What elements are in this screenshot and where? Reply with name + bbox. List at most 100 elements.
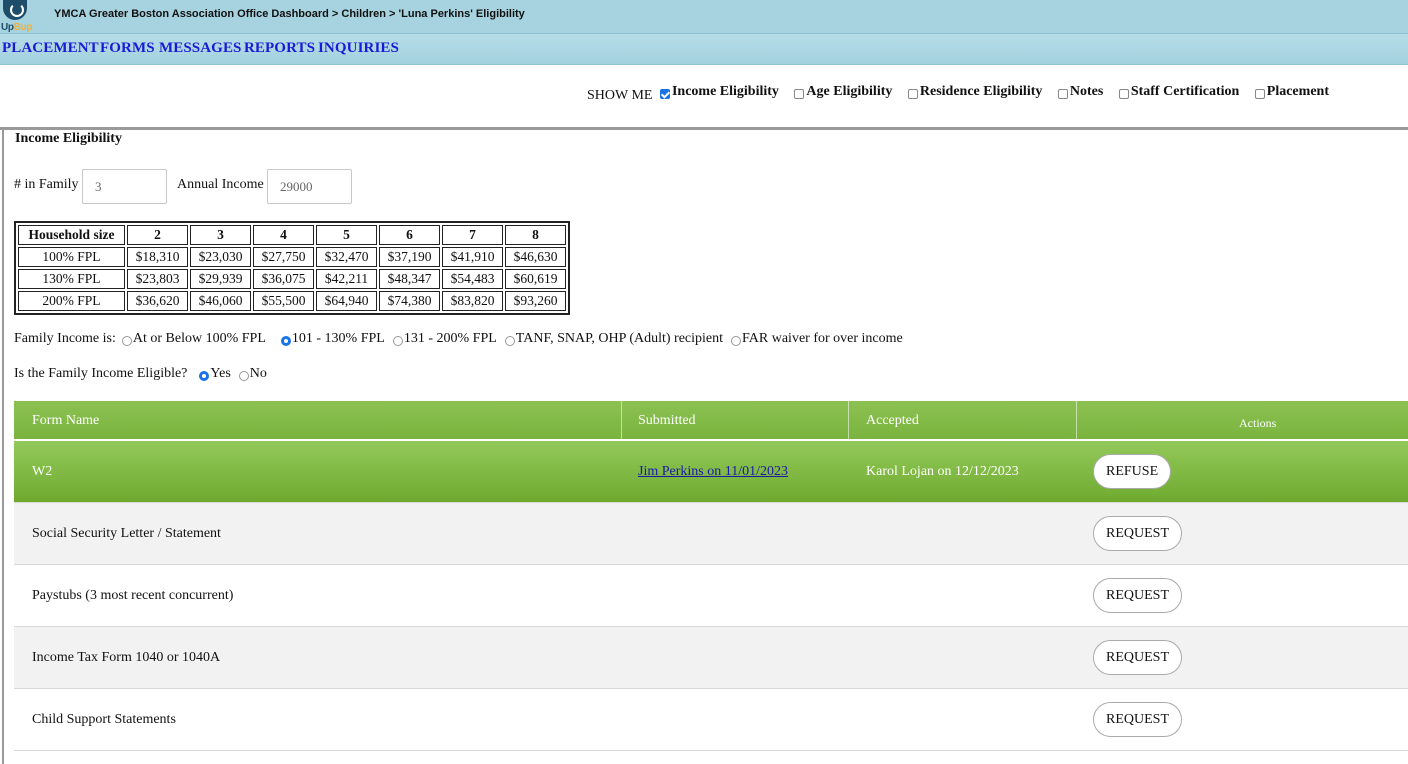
refuse-button[interactable]: REFUSE bbox=[1093, 454, 1172, 489]
checkbox-icon[interactable] bbox=[907, 89, 918, 99]
checkbox-icon[interactable] bbox=[1118, 89, 1129, 99]
radio-at-or-below-100[interactable] bbox=[121, 336, 132, 346]
annual-income-label: Annual Income bbox=[177, 177, 264, 192]
family-income-group: Family Income is: At or Below 100% FPL 1… bbox=[14, 331, 905, 347]
fpl-cell: $64,940 bbox=[316, 291, 377, 311]
breadcrumb: YMCA Greater Boston Association Office D… bbox=[54, 8, 525, 20]
request-button[interactable]: REQUEST bbox=[1093, 516, 1182, 551]
header-actions: Actions bbox=[1239, 416, 1277, 430]
form-name: Child Support Statements bbox=[32, 712, 176, 727]
family-size-input[interactable]: 3 bbox=[82, 169, 167, 204]
header-separator bbox=[621, 401, 622, 441]
submitted-link[interactable]: Jim Perkins on 11/01/2023 bbox=[638, 464, 788, 480]
logo-text-up: Up bbox=[1, 22, 14, 33]
income-eligible-label: Is the Family Income Eligible? bbox=[14, 366, 188, 381]
nav-placement[interactable]: PLACEMENT bbox=[2, 40, 99, 57]
fpl-row: 130% FPL $23,803 $29,939 $36,075 $42,211… bbox=[18, 269, 566, 289]
logo-text-bup: Bup bbox=[13, 22, 33, 33]
family-income-label: Family Income is: bbox=[14, 331, 116, 346]
nav-messages[interactable]: MESSAGES bbox=[159, 40, 242, 57]
radio-label: No bbox=[249, 366, 267, 381]
fpl-cell: $46,060 bbox=[190, 291, 251, 311]
show-notes[interactable]: Notes bbox=[1057, 84, 1104, 100]
fpl-header-row: Household size 2 3 4 5 6 7 8 bbox=[18, 225, 566, 245]
checkbox-icon[interactable] bbox=[1254, 89, 1265, 99]
nav-forms[interactable]: FORMS bbox=[100, 40, 155, 57]
checkbox-icon[interactable] bbox=[794, 89, 805, 99]
checkbox-icon[interactable] bbox=[1057, 89, 1068, 99]
checkbox-checked-icon[interactable] bbox=[659, 89, 670, 99]
show-age-eligibility[interactable]: Age Eligibility bbox=[794, 84, 892, 100]
form-name: Paystubs (3 most recent concurrent) bbox=[32, 588, 234, 603]
header-form-name: Form Name bbox=[32, 413, 100, 428]
upbup-logo[interactable]: UpBup bbox=[0, 0, 38, 34]
radio-far-waiver[interactable] bbox=[731, 336, 742, 346]
fpl-header-cell: 3 bbox=[190, 225, 251, 245]
show-option-label: Staff Certification bbox=[1130, 84, 1240, 99]
show-residence-eligibility[interactable]: Residence Eligibility bbox=[907, 84, 1043, 100]
request-button[interactable]: REQUEST bbox=[1093, 640, 1182, 675]
top-bar: UpBup YMCA Greater Boston Association Of… bbox=[0, 0, 1408, 34]
fpl-cell: $74,380 bbox=[379, 291, 440, 311]
annual-income-input[interactable]: 29000 bbox=[267, 169, 352, 204]
radio-label: TANF, SNAP, OHP (Adult) recipient bbox=[515, 331, 724, 346]
fpl-cell: $36,075 bbox=[253, 269, 314, 289]
radio-eligible-no[interactable] bbox=[238, 371, 249, 381]
fpl-header-cell: 7 bbox=[442, 225, 503, 245]
fpl-header-cell: 5 bbox=[316, 225, 377, 245]
show-option-label: Placement bbox=[1266, 84, 1329, 99]
fpl-cell: $46,630 bbox=[505, 247, 566, 267]
forms-table: Form Name Submitted Accepted Actions W2 … bbox=[14, 401, 1408, 751]
show-option-label: Notes bbox=[1069, 84, 1104, 99]
radio-label: FAR waiver for over income bbox=[742, 331, 903, 346]
fpl-cell: $93,260 bbox=[505, 291, 566, 311]
show-placement[interactable]: Placement bbox=[1254, 84, 1329, 100]
table-row: Social Security Letter / Statement REQUE… bbox=[14, 503, 1408, 565]
nav-inquiries[interactable]: INQUIRIES bbox=[318, 40, 399, 57]
panel-top-border bbox=[0, 127, 1408, 130]
radio-tanf-snap-ohp[interactable] bbox=[504, 336, 515, 346]
accepted-by: Karol Lojan on 12/12/2023 bbox=[866, 464, 1019, 479]
table-row: Paystubs (3 most recent concurrent) REQU… bbox=[14, 565, 1408, 627]
fpl-cell: $83,820 bbox=[442, 291, 503, 311]
fpl-cell: 200% FPL bbox=[18, 291, 125, 311]
fpl-header-cell: Household size bbox=[18, 225, 125, 245]
show-me-label: SHOW ME bbox=[587, 88, 653, 103]
fpl-cell: $41,910 bbox=[442, 247, 503, 267]
fpl-cell: 130% FPL bbox=[18, 269, 125, 289]
request-button[interactable]: REQUEST bbox=[1093, 702, 1182, 737]
table-row[interactable]: W2 Jim Perkins on 11/01/2023 Karol Lojan… bbox=[14, 441, 1408, 503]
radio-label: 101 - 130% FPL bbox=[291, 331, 385, 346]
fpl-header-cell: 4 bbox=[253, 225, 314, 245]
radio-101-130[interactable] bbox=[280, 336, 291, 346]
fpl-cell: 100% FPL bbox=[18, 247, 125, 267]
fpl-row: 200% FPL $36,620 $46,060 $55,500 $64,940… bbox=[18, 291, 566, 311]
nav-reports[interactable]: REPORTS bbox=[244, 40, 315, 57]
header-accepted: Accepted bbox=[866, 413, 919, 428]
income-eligible-group: Is the Family Income Eligible? Yes No bbox=[14, 366, 269, 382]
fpl-cell: $18,310 bbox=[127, 247, 188, 267]
show-staff-certification[interactable]: Staff Certification bbox=[1118, 84, 1240, 100]
radio-eligible-yes[interactable] bbox=[199, 371, 210, 381]
fpl-cell: $23,803 bbox=[127, 269, 188, 289]
fpl-header-cell: 2 bbox=[127, 225, 188, 245]
request-button[interactable]: REQUEST bbox=[1093, 578, 1182, 613]
main-nav: PLACEMENT FORMS MESSAGES REPORTS INQUIRI… bbox=[0, 34, 1408, 65]
fpl-header-cell: 8 bbox=[505, 225, 566, 245]
show-option-label: Residence Eligibility bbox=[919, 84, 1043, 99]
forms-header-row: Form Name Submitted Accepted Actions bbox=[14, 401, 1408, 441]
header-separator bbox=[1076, 401, 1077, 441]
show-income-eligibility[interactable]: Income Eligibility bbox=[659, 84, 779, 100]
radio-131-200[interactable] bbox=[392, 336, 403, 346]
fpl-cell: $42,211 bbox=[316, 269, 377, 289]
header-submitted: Submitted bbox=[638, 413, 696, 428]
radio-label: Yes bbox=[210, 366, 231, 381]
fpl-header-cell: 6 bbox=[379, 225, 440, 245]
form-name: Income Tax Form 1040 or 1040A bbox=[32, 650, 221, 665]
fpl-cell: $54,483 bbox=[442, 269, 503, 289]
fpl-cell: $32,470 bbox=[316, 247, 377, 267]
fpl-table: Household size 2 3 4 5 6 7 8 100% FPL $1… bbox=[14, 221, 570, 315]
fpl-cell: $48,347 bbox=[379, 269, 440, 289]
radio-label: 131 - 200% FPL bbox=[403, 331, 497, 346]
show-option-label: Age Eligibility bbox=[806, 84, 893, 99]
